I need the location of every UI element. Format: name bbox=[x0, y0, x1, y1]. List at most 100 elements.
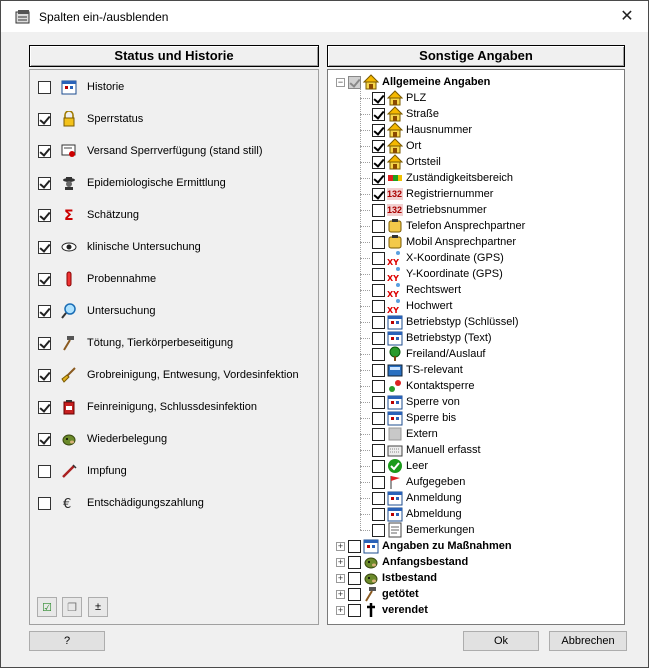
tree-item[interactable]: XY Rechtswert bbox=[372, 282, 461, 299]
group-checkbox[interactable] bbox=[348, 587, 361, 601]
help-button[interactable]: ? bbox=[29, 631, 105, 651]
status-checkbox[interactable] bbox=[38, 80, 51, 94]
status-checkbox[interactable] bbox=[38, 208, 51, 222]
tree-item-checkbox[interactable] bbox=[372, 315, 385, 329]
expand-icon[interactable]: + bbox=[336, 605, 345, 615]
status-row[interactable]: Probennahme bbox=[38, 270, 156, 288]
status-checkbox[interactable] bbox=[38, 400, 51, 414]
tree-item-checkbox[interactable] bbox=[372, 507, 385, 521]
tree-item[interactable]: Telefon Ansprechpartner bbox=[372, 218, 525, 234]
status-row[interactable]: Feinreinigung, Schlussdesinfektion bbox=[38, 398, 257, 416]
tree-item-checkbox[interactable] bbox=[372, 267, 385, 281]
tree-item-checkbox[interactable] bbox=[372, 491, 385, 505]
tree-item-checkbox[interactable] bbox=[372, 203, 385, 217]
status-row[interactable]: Wiederbelegung bbox=[38, 430, 167, 448]
tree-item[interactable]: Sperre bis bbox=[372, 410, 456, 426]
status-row[interactable]: Σ Schätzung bbox=[38, 206, 139, 224]
tree-item-checkbox[interactable] bbox=[372, 443, 385, 457]
status-row[interactable]: Impfung bbox=[38, 462, 127, 480]
left-panel-header[interactable]: Status und Historie bbox=[29, 45, 319, 67]
cancel-button[interactable]: Abbrechen bbox=[549, 631, 627, 651]
tree-item[interactable]: XY X-Koordinate (GPS) bbox=[372, 250, 504, 267]
tree-item[interactable]: 132 Registriernummer bbox=[372, 186, 493, 202]
group-checkbox[interactable] bbox=[348, 555, 361, 569]
tree-item[interactable]: Betriebstyp (Schlüssel) bbox=[372, 314, 519, 330]
status-row[interactable]: Untersuchung bbox=[38, 302, 156, 320]
tree-item[interactable]: Ortsteil bbox=[372, 154, 441, 170]
tree-item-checkbox[interactable] bbox=[372, 411, 385, 425]
tree-item[interactable]: XY Hochwert bbox=[372, 298, 452, 315]
tree-item-checkbox[interactable] bbox=[372, 251, 385, 265]
group-checkbox[interactable] bbox=[348, 571, 361, 585]
tree-item[interactable]: Straße bbox=[372, 106, 439, 122]
tree-item[interactable]: Zuständigkeitsbereich bbox=[372, 170, 513, 186]
tree-group[interactable]: + getötet bbox=[336, 586, 419, 602]
status-checkbox[interactable] bbox=[38, 496, 51, 510]
tree-item[interactable]: Ort bbox=[372, 138, 421, 154]
status-checkbox[interactable] bbox=[38, 240, 51, 254]
status-checkbox[interactable] bbox=[38, 144, 51, 158]
status-row[interactable]: Tötung, Tierkörperbeseitigung bbox=[38, 334, 233, 352]
status-row[interactable]: klinische Untersuchung bbox=[38, 238, 201, 256]
tree-item-checkbox[interactable] bbox=[372, 459, 385, 473]
status-checkbox[interactable] bbox=[38, 272, 51, 286]
tree-item-checkbox[interactable] bbox=[372, 171, 385, 185]
tree-item[interactable]: PLZ bbox=[372, 90, 426, 106]
tree-group[interactable]: + Istbestand bbox=[336, 570, 437, 586]
tree-item-checkbox[interactable] bbox=[372, 475, 385, 489]
tree-item-checkbox[interactable] bbox=[372, 219, 385, 233]
collapse-icon[interactable]: − bbox=[336, 77, 345, 87]
tree-item[interactable]: Hausnummer bbox=[372, 122, 472, 138]
tree-item[interactable]: Manuell erfasst bbox=[372, 442, 481, 458]
tree-item[interactable]: 132 Betriebsnummer bbox=[372, 202, 487, 218]
status-row[interactable]: € Entschädigungszahlung bbox=[38, 494, 204, 512]
status-checkbox[interactable] bbox=[38, 112, 51, 126]
tree-item-checkbox[interactable] bbox=[372, 107, 385, 121]
expand-icon[interactable]: + bbox=[336, 589, 345, 599]
tree-item-checkbox[interactable] bbox=[372, 427, 385, 441]
tree-item-checkbox[interactable] bbox=[372, 123, 385, 137]
tree-item[interactable]: Aufgegeben bbox=[372, 474, 465, 490]
tree-item[interactable]: Anmeldung bbox=[372, 490, 462, 506]
tree-item-checkbox[interactable] bbox=[372, 155, 385, 169]
expand-icon[interactable]: + bbox=[336, 541, 345, 551]
tree-group[interactable]: + verendet bbox=[336, 602, 428, 618]
group-checkbox[interactable] bbox=[348, 539, 361, 553]
tree-item[interactable]: Bemerkungen bbox=[372, 522, 475, 538]
expand-icon[interactable]: + bbox=[336, 557, 345, 567]
status-checkbox[interactable] bbox=[38, 336, 51, 350]
tree-item-checkbox[interactable] bbox=[372, 395, 385, 409]
expand-icon[interactable]: + bbox=[336, 573, 345, 583]
tree-group[interactable]: + Anfangsbestand bbox=[336, 554, 468, 570]
tree-item-checkbox[interactable] bbox=[372, 363, 385, 377]
tree-item[interactable]: Kontaktsperre bbox=[372, 378, 474, 394]
tree-item[interactable]: Betriebstyp (Text) bbox=[372, 330, 492, 346]
status-checkbox[interactable] bbox=[38, 432, 51, 446]
group-checkbox[interactable] bbox=[348, 603, 361, 617]
tree-item[interactable]: TS-relevant bbox=[372, 362, 463, 378]
group-checkbox[interactable] bbox=[348, 75, 361, 89]
close-button[interactable]: ✕ bbox=[616, 6, 638, 26]
status-checkbox[interactable] bbox=[38, 176, 51, 190]
tree-item-checkbox[interactable] bbox=[372, 283, 385, 297]
tree-item-checkbox[interactable] bbox=[372, 91, 385, 105]
status-row[interactable]: Historie bbox=[38, 78, 124, 96]
invert-selection-button[interactable]: ± bbox=[88, 597, 108, 617]
status-checkbox[interactable] bbox=[38, 368, 51, 382]
select-all-button[interactable]: ☑ bbox=[37, 597, 57, 617]
tree-item-checkbox[interactable] bbox=[372, 235, 385, 249]
tree-item[interactable]: Extern bbox=[372, 426, 438, 442]
tree-item-checkbox[interactable] bbox=[372, 347, 385, 361]
status-row[interactable]: Versand Sperrverfügung (stand still) bbox=[38, 142, 262, 160]
ok-button[interactable]: Ok bbox=[463, 631, 539, 651]
right-panel-header[interactable]: Sonstige Angaben bbox=[327, 45, 625, 67]
tree-item-checkbox[interactable] bbox=[372, 139, 385, 153]
tree-item-checkbox[interactable] bbox=[372, 299, 385, 313]
tree-group[interactable]: + Angaben zu Maßnahmen bbox=[336, 538, 512, 554]
status-checkbox[interactable] bbox=[38, 304, 51, 318]
deselect-all-button[interactable]: ❐ bbox=[62, 597, 82, 617]
tree-item[interactable]: Abmeldung bbox=[372, 506, 462, 522]
tree-item-checkbox[interactable] bbox=[372, 187, 385, 201]
tree-item-checkbox[interactable] bbox=[372, 379, 385, 393]
tree-item[interactable]: Leer bbox=[372, 458, 428, 474]
